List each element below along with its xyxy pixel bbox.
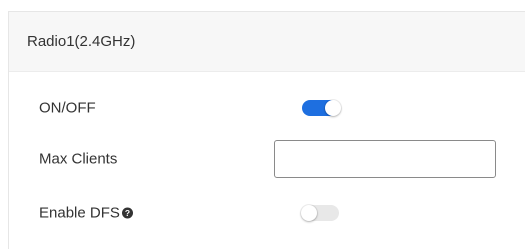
toggle-knob [325,100,341,116]
panel-title: Radio1(2.4GHz) [27,33,136,50]
on-off-label: ON/OFF [39,99,96,117]
toggle-knob [301,205,317,221]
max-clients-row: Max Clients [9,139,525,179]
on-off-toggle[interactable] [302,100,341,116]
max-clients-input[interactable] [274,140,496,178]
enable-dfs-label: Enable DFS [39,204,120,222]
question-circle-icon[interactable]: ? [121,207,133,219]
enable-dfs-label-wrap: Enable DFS ? [39,205,133,222]
panel-header: Radio1(2.4GHz) [9,12,525,72]
max-clients-label: Max Clients [39,150,118,168]
enable-dfs-row: Enable DFS ? [9,193,525,233]
svg-text:?: ? [125,208,130,218]
on-off-row: ON/OFF [9,88,525,128]
enable-dfs-toggle[interactable] [301,205,339,221]
radio-settings-panel: Radio1(2.4GHz) ON/OFF Max Clients Enable… [8,11,525,249]
